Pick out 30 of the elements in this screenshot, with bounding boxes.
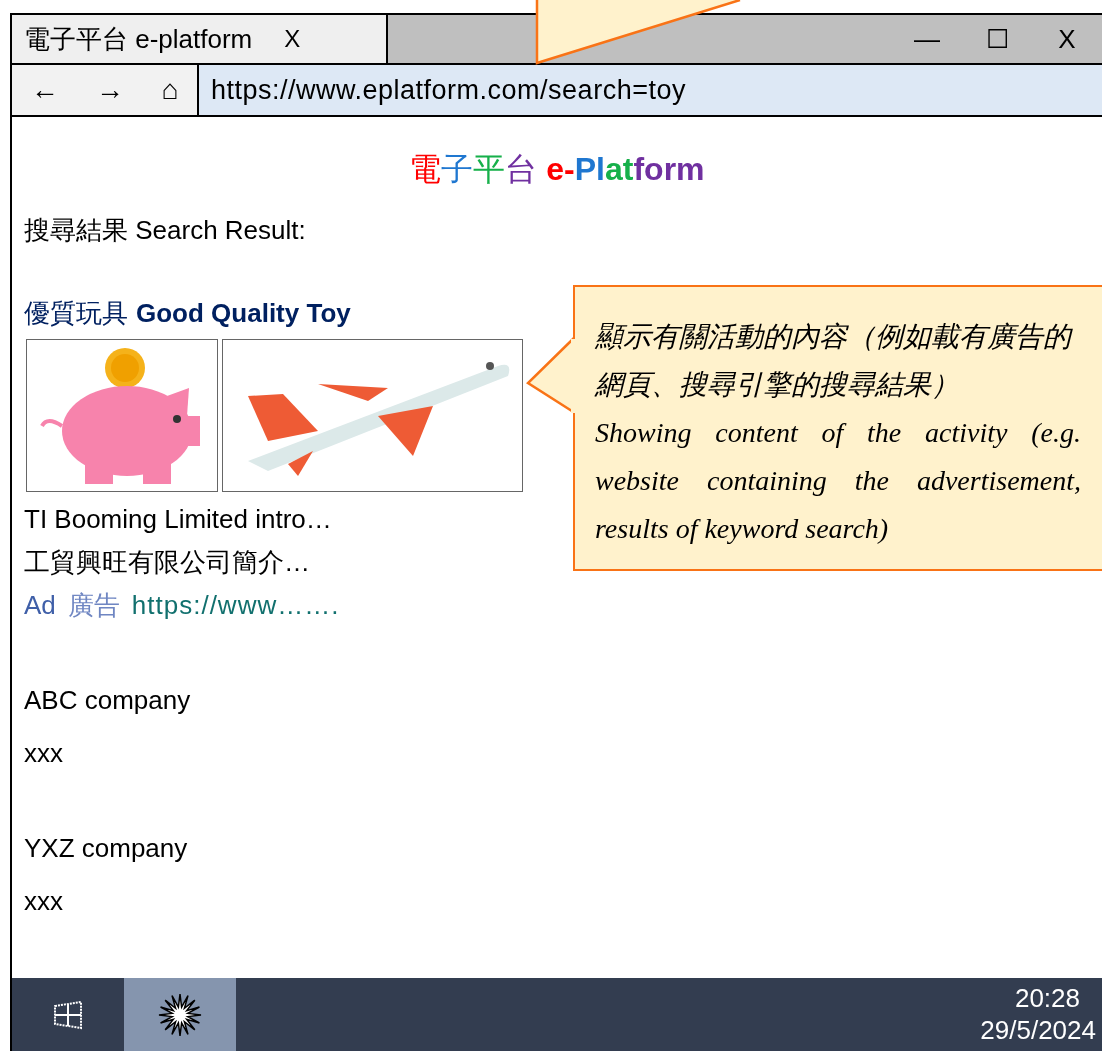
result-title[interactable]: YXZ company [24, 829, 188, 868]
clock-date: 29/5/2024 [980, 1014, 1096, 1046]
ad-label: Ad [24, 589, 56, 622]
windows-start-icon[interactable] [51, 999, 85, 1030]
results-heading: 搜尋結果 Search Result: [24, 214, 306, 247]
browser-tab[interactable]: 電子平台 e-platform X [12, 15, 388, 63]
address-field[interactable]: https://www.eplatform.com/search=toy [199, 65, 1102, 115]
ad-link[interactable]: https://www……. [131, 586, 340, 625]
result-snippet: xxx [24, 885, 63, 918]
tab-title: 電子平台 e-platform [24, 22, 253, 56]
callout-text: Showing content of the activity (e.g. website containing the advertisement, results of keyword search) [595, 416, 1081, 546]
ad-label-chinese: 廣告 [67, 589, 120, 622]
back-button[interactable]: ← [30, 69, 59, 111]
ad-title[interactable]: Good Quality Toy [136, 294, 351, 333]
minimize-button[interactable]: — [892, 19, 962, 59]
ad-description: TI Booming Limited intro… [24, 503, 332, 536]
result-title[interactable]: ABC company [24, 681, 191, 720]
home-button[interactable]: ⌂ [161, 69, 179, 111]
result-snippet: xxx [24, 737, 63, 770]
maximize-button[interactable]: ☐ [962, 19, 1032, 59]
clock-time: 20:28 [1014, 982, 1081, 1014]
close-button[interactable]: X [1032, 19, 1102, 59]
starburst-icon [157, 991, 203, 1038]
tab-close-button[interactable]: X [284, 21, 301, 57]
callout-text-chinese: 顯示有關活動的內容（例如載有廣告的網頁、搜尋引擎的搜尋結果） [595, 320, 1074, 402]
taskbar-app-button[interactable] [124, 978, 236, 1051]
ad-description-chinese: 工貿興旺有限公司簡介… [24, 546, 310, 579]
ad-title-chinese[interactable]: 優質玩具 [24, 294, 128, 333]
site-logo: 電子平台 e-Platform [409, 150, 705, 189]
forward-button[interactable]: → [96, 69, 125, 111]
